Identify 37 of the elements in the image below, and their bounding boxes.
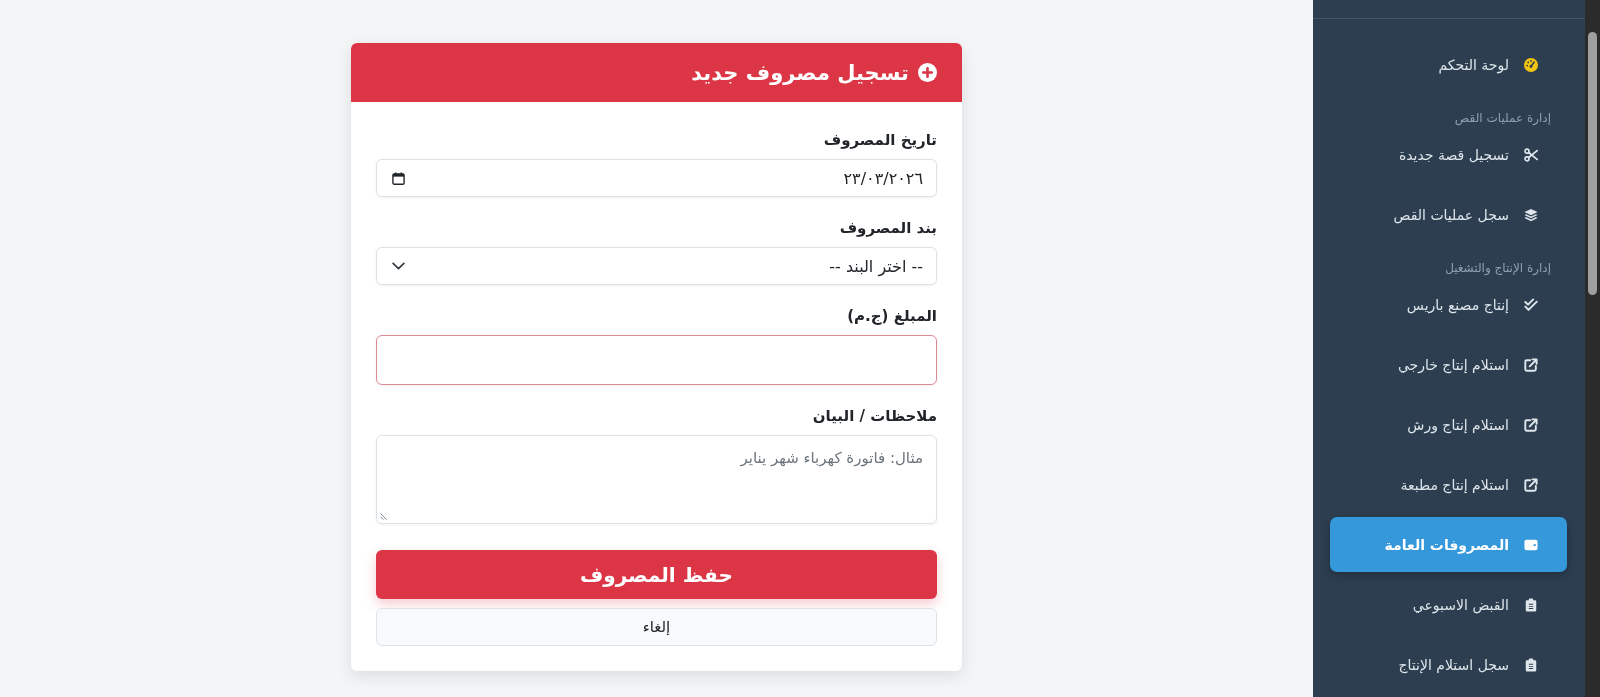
clipboard-icon [1524,657,1538,672]
calendar-icon[interactable] [392,171,405,185]
text-input[interactable] [376,335,937,385]
sidebar-item[interactable]: استلام إنتاج ورش [1330,397,1567,452]
field-label: المبلغ (ج.م) [846,306,937,326]
sidebar-item[interactable]: استلام إنتاج خارجي [1330,337,1567,392]
field-label: تاريخ المصروف [822,130,937,150]
wallet-icon [1524,537,1538,552]
chevron-down-icon [392,262,405,270]
dropdown-select[interactable]: -- اختر البند -- [376,247,937,285]
field-label: بند المصروف [838,218,937,238]
layers-icon [1524,207,1538,222]
scissors-icon [1524,147,1538,162]
sidebar-item[interactable]: تسجيل قصة جديدة [1330,127,1567,182]
form-title: تسجيل مصروف جديد [691,60,909,85]
gauge-icon [1524,57,1538,72]
scrollbar-thumb[interactable] [1588,32,1597,295]
date-input[interactable]: ٢٣/٠٣/٢٠٢٦ [376,159,937,197]
double-check-icon [1524,297,1538,312]
resize-handle-icon[interactable] [380,513,387,520]
sidebar-section-label: إدارة الإنتاج والتشغيل [1444,260,1552,277]
sidebar-section-label: إدارة عمليات القص [1453,110,1552,127]
sidebar-item[interactable]: القبض الاسبوعي [1330,577,1567,632]
sidebar-item[interactable]: لوحة التحكم [1330,37,1567,92]
field-label: ملاحظات / البيان [811,406,937,426]
sidebar-item[interactable]: استلام إنتاج مطبعة [1330,457,1567,512]
sidebar-item[interactable]: سجل استلام الإنتاج [1330,637,1567,692]
sidebar-item[interactable]: إنتاج مصنع باريس [1330,277,1567,332]
text-area[interactable]: مثال: فاتورة كهرباء شهر يناير [376,435,937,524]
cancel-button[interactable]: إلغاء [376,608,937,646]
sidebar-item[interactable]: سجل عمليات القص [1330,187,1567,242]
external-link-icon [1524,477,1538,492]
plus-circle-icon [918,63,937,82]
clipboard-icon [1524,597,1538,612]
external-link-icon [1524,357,1538,372]
save-button[interactable]: حفظ المصروف [376,550,937,599]
external-link-icon [1524,417,1538,432]
